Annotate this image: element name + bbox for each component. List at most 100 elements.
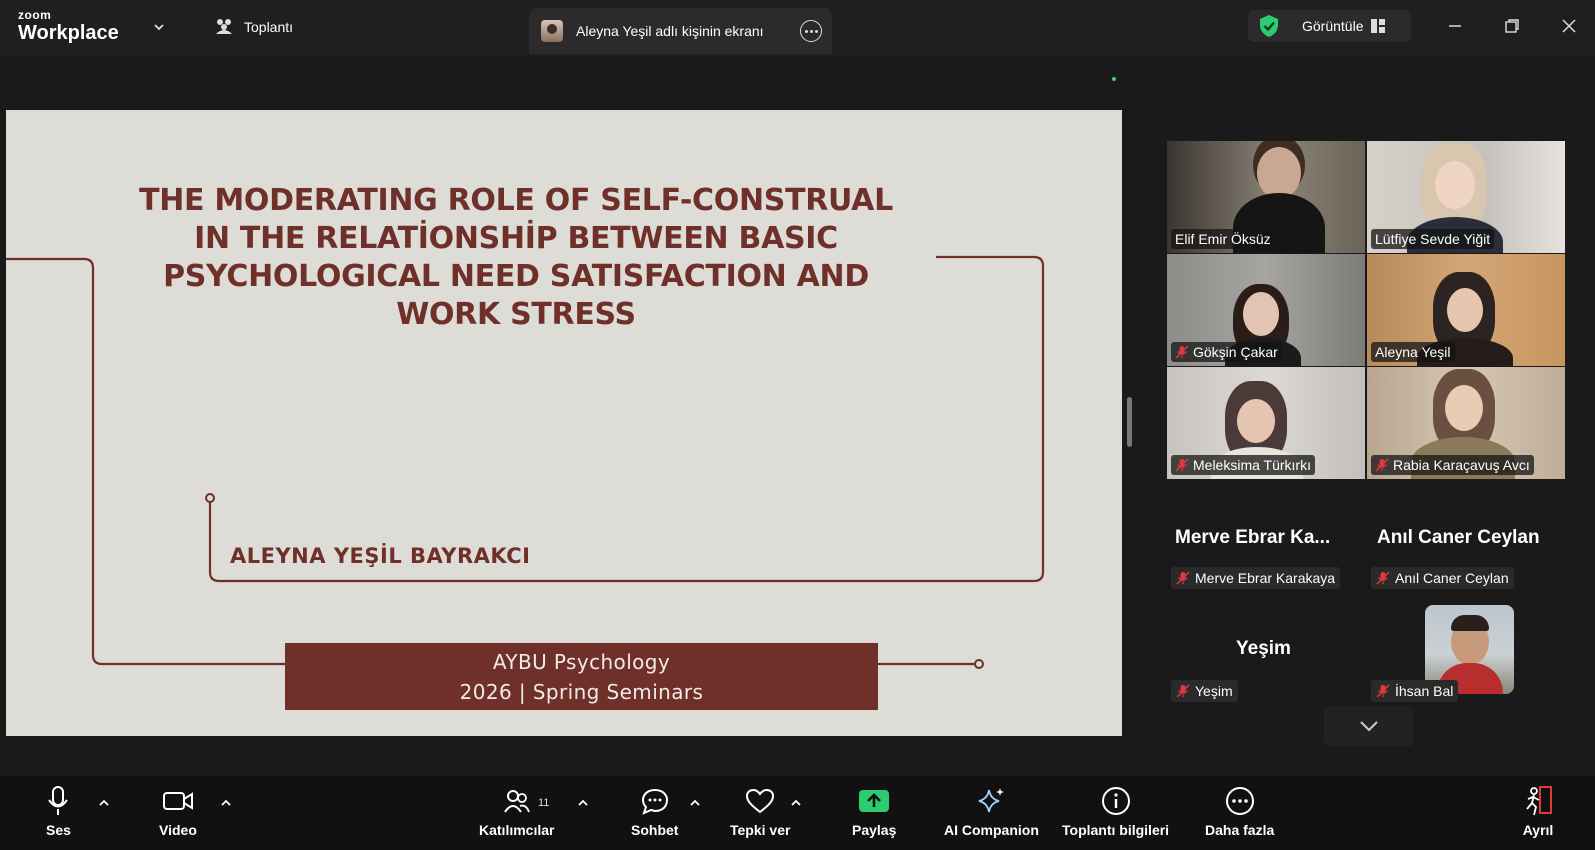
meeting-button[interactable]: Toplantı [214,18,293,36]
gallery-next-page-button[interactable] [1324,706,1414,746]
video-tile[interactable]: Meleksima Türkırkı [1167,367,1365,479]
screen-share-tab[interactable]: Aleyna Yeşil adlı kişinin ekranı [529,8,832,54]
participant-name: Aleyna Yeşil [1375,344,1451,360]
participant-name: Elif Emir Öksüz [1175,231,1271,247]
participant-name-tag[interactable]: Anıl Caner Ceylan [1371,567,1514,589]
more-label: Daha fazla [1205,822,1275,838]
layout-grid-icon [1371,19,1386,33]
chevron-up-icon[interactable] [220,798,232,808]
meeting-toolbar: Ses Video Katılımcılar 11 Sohbet Tepki v… [0,776,1595,850]
participant-name-tag: Gökşin Çakar [1171,342,1282,362]
chat-icon [641,788,668,815]
close-icon[interactable] [1557,14,1581,38]
video-tile[interactable]: Elif Emir Öksüz [1167,141,1365,253]
share-screen-button[interactable]: Paylaş [852,784,896,838]
meeting-info-button[interactable]: Toplantı bilgileri [1062,784,1169,838]
participant-name: Merve Ebrar Karakaya [1195,570,1336,586]
participant-name-tag[interactable]: Merve Ebrar Karakaya [1171,567,1341,589]
info-label: Toplantı bilgileri [1062,822,1170,838]
view-button[interactable]: Görüntüle [1248,10,1411,42]
react-button[interactable]: Tepki ver [730,784,790,838]
mic-muted-icon [1176,571,1190,585]
slide-author: ALEYNA YEŞİL BAYRAKCI [230,544,531,568]
share-status-dot [1112,77,1116,81]
exit-door-icon [1526,786,1552,816]
splitter-handle[interactable] [1127,397,1132,447]
chevron-down-icon[interactable] [152,20,166,34]
heart-icon [746,788,775,814]
zoom-logo: zoom Workplace [18,8,119,45]
video-button[interactable]: Video [159,784,197,838]
chevron-down-icon [1360,721,1378,732]
audio-button[interactable]: Ses [46,784,71,838]
participant-hair [1451,615,1489,631]
banner-line-2: 2026 | Spring Seminars [459,680,704,704]
meeting-label: Toplantı [244,19,294,35]
participant-name-tag: Rabia Karaçavuş Avcı [1371,455,1534,475]
slide-title: THE MODERATING ROLE OF SELF-CONSTRUAL IN… [96,182,936,334]
shield-check-icon [1260,15,1278,37]
participant-placeholder-name: Yeşim [1236,638,1291,659]
participant-name: Meleksima Türkırkı [1193,457,1311,473]
audio-label: Ses [46,822,71,838]
video-tile-active-speaker[interactable]: Lütfiye Sevde Yiğit [1367,141,1565,253]
participants-icon [503,790,530,813]
view-label: Görüntüle [1302,18,1364,34]
presentation-slide: THE MODERATING ROLE OF SELF-CONSTRUAL IN… [6,110,1122,736]
chevron-up-icon[interactable] [577,798,589,808]
leave-button[interactable]: Ayrıl [1522,784,1554,838]
video-tile[interactable]: Aleyna Yeşil [1367,254,1565,366]
mic-muted-icon [1175,458,1189,472]
restore-icon[interactable] [1500,14,1524,38]
logo-zoom-text: zoom [18,8,52,22]
participant-head [1257,147,1301,199]
chevron-up-icon[interactable] [98,798,110,808]
participant-name-tag: Elif Emir Öksüz [1171,229,1275,249]
mic-muted-icon [1376,684,1390,698]
minimize-icon[interactable] [1443,14,1467,38]
participant-head [1243,292,1279,336]
participant-name: Anıl Caner Ceylan [1395,570,1509,586]
participants-button[interactable]: Katılımcılar [479,784,554,838]
logo-workplace-text: Workplace [18,22,119,44]
share-label: Paylaş [852,822,897,838]
presenter-avatar [541,20,563,42]
mic-muted-icon [1375,458,1389,472]
slide-title-line-1: THE MODERATING ROLE OF SELF-CONSTRUAL [139,183,893,218]
leave-label: Ayrıl [1522,822,1554,838]
slide-title-line-3: PSYCHOLOGICAL NEED SATISFACTION AND [163,259,869,294]
chevron-up-icon[interactable] [790,798,802,808]
video-label: Video [159,822,197,838]
banner-line-1: AYBU Psychology [492,650,671,674]
ai-label: AI Companion [944,822,1039,838]
participant-count: 11 [538,797,550,809]
participant-name-tag: Aleyna Yeşil [1371,342,1455,362]
chevron-up-icon[interactable] [689,798,701,808]
participants-label: Katılımcılar [479,822,555,838]
info-icon [1101,787,1130,815]
title-bar: zoom Workplace Toplantı Aleyna Yeşil adl… [0,0,1595,56]
video-tile[interactable]: Rabia Karaçavuş Avcı [1367,367,1565,479]
people-icon [216,19,232,34]
participant-head [1445,385,1483,431]
mic-muted-icon [1176,684,1190,698]
chat-button[interactable]: Sohbet [631,784,678,838]
mic-muted-icon [1175,345,1189,359]
participant-head [1237,399,1275,443]
chat-label: Sohbet [631,822,679,838]
microphone-icon [48,786,69,815]
participant-name-tag[interactable]: İhsan Bal [1371,680,1459,702]
participant-name: Rabia Karaçavuş Avcı [1393,457,1530,473]
video-tile[interactable]: Gökşin Çakar [1167,254,1365,366]
participant-name: Lütfiye Sevde Yiğit [1375,231,1491,247]
camera-icon [162,792,193,810]
ai-companion-button[interactable]: AI Companion [944,784,1039,838]
share-tab-label: Aleyna Yeşil adlı kişinin ekranı [576,23,764,39]
slide-title-line-2: IN THE RELATİONSHİP BETWEEN BASIC [194,221,838,256]
participant-name-tag: Meleksima Türkırkı [1171,455,1315,475]
more-button[interactable]: Daha fazla [1205,784,1274,838]
participant-name-tag[interactable]: Yeşim [1171,680,1238,702]
more-options-icon[interactable] [800,20,822,42]
more-icon [1225,787,1254,815]
sparkle-icon [979,788,1005,813]
